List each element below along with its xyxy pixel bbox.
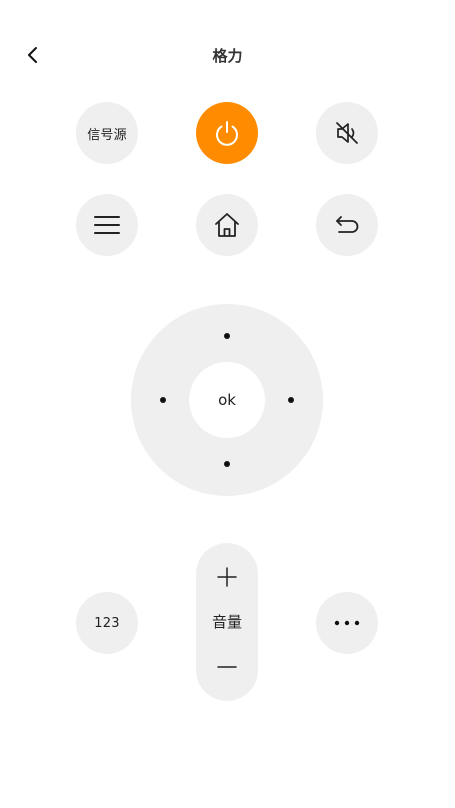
direction-pad: ok [131, 304, 323, 496]
menu-icon [94, 216, 120, 234]
return-button[interactable] [316, 194, 378, 256]
volume-down-button[interactable] [196, 647, 258, 687]
volume-mute-icon [336, 122, 358, 144]
volume-label: 音量 [211, 613, 242, 631]
dpad-right-button[interactable] [288, 397, 294, 403]
power-button[interactable] [196, 102, 258, 164]
home-icon [215, 213, 239, 237]
mute-button[interactable] [316, 102, 378, 164]
menu-button[interactable] [76, 194, 138, 256]
dpad-down-button[interactable] [224, 461, 230, 467]
source-button[interactable]: 信号源 [76, 102, 138, 164]
dpad-up-button[interactable] [224, 333, 230, 339]
ok-label: ok [218, 391, 236, 409]
more-button[interactable] [316, 592, 378, 654]
ok-button[interactable]: ok [189, 362, 265, 438]
page-title: 格力 [212, 47, 243, 65]
volume-up-button[interactable] [196, 557, 258, 597]
power-icon [216, 121, 238, 146]
more-dots-icon [334, 620, 360, 626]
source-label: 信号源 [87, 127, 127, 143]
numpad-button[interactable]: 123 [76, 592, 138, 654]
home-button[interactable] [196, 194, 258, 256]
minus-icon [217, 666, 237, 668]
volume-control: 音量 [196, 543, 258, 701]
return-icon [336, 216, 359, 233]
plus-icon [217, 567, 237, 587]
dpad-left-button[interactable] [160, 397, 166, 403]
numpad-label: 123 [94, 615, 120, 631]
